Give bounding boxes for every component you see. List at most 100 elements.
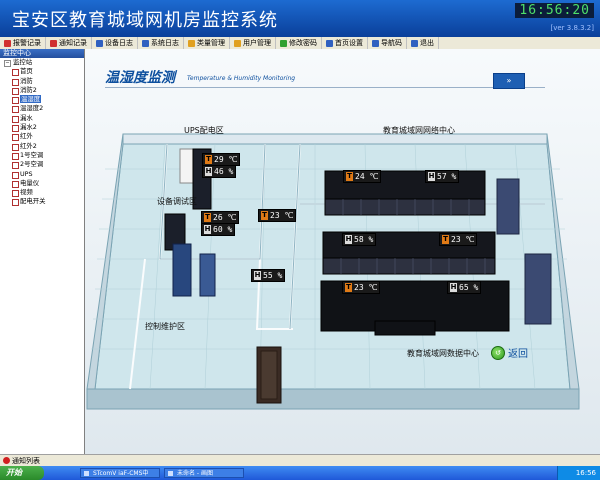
back-button[interactable]: ↺ 返回 [491,345,528,360]
menu-item-quantity-manage[interactable]: 类量管理 [184,37,230,49]
menu-item-password[interactable]: 修改密码 [276,37,322,49]
sensor-datacenter-temperature[interactable]: T 23 ℃ [342,281,381,294]
system-tray: 16:56 [557,466,600,480]
menu-item-label: 通知记录 [59,39,87,47]
exit-icon [411,39,418,47]
sidebar-item-label: 2号空调 [20,160,44,169]
sensor-middle-temperature[interactable]: T 23 ℃ [439,233,478,246]
page-title: 温湿度监测 [105,70,175,86]
sensor-datacenter-humidity[interactable]: H 65 % [447,281,482,294]
sensor-value: 23 ℃ [270,211,294,220]
title-divider [105,87,545,88]
sidebar-item-label: 电量仪 [20,178,40,187]
menu-item-label: 设备日志 [105,39,133,47]
sensor-value: 29 ℃ [214,155,238,164]
quantity-manage-icon [188,39,195,47]
tree-root[interactable]: − 监控站 [0,58,84,67]
home-settings-icon [326,39,333,47]
sensor-network-humidity[interactable]: H 57 % [425,170,460,183]
humidity-tag: H [450,283,457,292]
task-label: 未命名 - 画图 [177,470,213,477]
sidebar-item[interactable]: UPS [0,170,84,179]
document-icon [12,69,19,77]
sensor-test-humidity[interactable]: H 60 % [201,223,236,236]
document-icon [12,125,19,133]
sidebar-item[interactable]: 1号空调 [0,151,84,160]
humidity-tag: H [428,172,435,181]
sidebar-item-label: UPS [20,169,33,178]
sidebar-item-label: 消防 [20,76,33,85]
system-log-icon [142,39,149,47]
start-button[interactable]: 开始 [0,466,44,480]
sensor-value: 24 ℃ [355,172,379,181]
sidebar-item[interactable]: 红外2 [0,142,84,151]
document-icon [12,190,19,198]
sensor-value: 55 % [263,271,283,280]
document-icon [12,152,19,160]
menu-item-system-log[interactable]: 系统日志 [138,37,184,49]
document-icon [12,87,19,95]
area-label-control: 控制维护区 [145,322,185,331]
user-manage-icon [234,39,241,47]
sensor-value: 58 % [354,235,374,244]
sidebar-item[interactable]: 漏水2 [0,123,84,133]
menu-item-user-manage[interactable]: 用户管理 [230,37,276,49]
menu-item-label: 报警记录 [13,39,41,47]
sensor-network-temperature[interactable]: T 24 ℃ [343,170,382,183]
document-icon [12,97,19,105]
temperature-tag: T [346,172,353,181]
sidebar-item-label: 配电开关 [20,197,46,206]
alarm-record-icon [4,39,11,47]
area-label-ups: UPS配电区 [184,126,224,135]
sidebar-item[interactable]: 电量仪 [0,179,84,188]
document-icon [12,106,19,114]
sidebar-item[interactable]: 2号空调 [0,160,84,170]
sensor-ups-humidity[interactable]: H 46 % [202,165,237,178]
sidebar-item[interactable]: 温湿度2 [0,104,84,114]
menu-item-home-settings[interactable]: 首页设置 [322,37,368,49]
sidebar-item-label: 漏水2 [20,123,37,132]
collapse-icon[interactable]: − [4,60,11,67]
menu-item-exit[interactable]: 退出 [407,37,439,49]
taskbar-item-monitor[interactable]: STcomV iaF-CMS中 [80,468,160,478]
menu-item-navigation[interactable]: 导航码 [368,37,407,49]
tray-clock: 16:56 [575,469,596,477]
menu-item-label: 系统日志 [151,39,179,47]
menu-item-label: 类量管理 [197,39,225,47]
document-icon [12,199,19,207]
menu-item-label: 用户管理 [243,39,271,47]
ups-cabinet-white [179,148,195,184]
menu-item-label: 首页设置 [335,39,363,47]
humidity-tag: H [205,167,212,176]
sidebar-item[interactable]: 配电开关 [0,197,84,207]
tree-children: 首页 消防 消防2 温湿度 温湿度2 漏水 漏水2 红外 红外2 1号空调 2号空调 UPS 电量仪 视频… [0,67,84,207]
taskbar: 开始 STcomV iaF-CMS中 未命名 - 画图 16:56 [0,466,600,480]
sensor-middle-humidity[interactable]: H 58 % [342,233,377,246]
menu-item-notify-record[interactable]: 通知记录 [46,37,92,49]
sensor-value: 23 ℃ [451,235,475,244]
side-cabinet-bottom [524,253,552,325]
sensor-control-humidity[interactable]: H 55 % [251,269,286,282]
area-label-data-center: 教育城域网数据中心 [407,349,479,358]
sidebar-item[interactable]: 首页 [0,67,84,77]
sidebar-item[interactable]: 红外 [0,132,84,142]
document-icon [12,171,19,179]
rack-block [374,320,436,336]
title-bar: 宝安区教育城域网机房监控系统 16:56:20 [ver 3.8.3.2] [0,0,600,38]
taskbar-item-paint[interactable]: 未命名 - 画图 [164,468,244,478]
humidity-tag: H [204,225,211,234]
menu-item-alarm-record[interactable]: 报警记录 [0,37,46,49]
notify-record-icon [50,39,57,47]
sidebar-item[interactable]: 消防2 [0,86,84,95]
sensor-corridor-temperature[interactable]: T 23 ℃ [258,209,297,222]
humidity-tag: H [254,271,261,280]
menu-item-device-log[interactable]: 设备日志 [92,37,138,49]
document-icon [12,134,19,142]
document-icon [12,180,19,188]
sensor-value: 60 % [213,225,233,234]
sidebar-item[interactable]: 消防 [0,77,84,86]
area-label-network-center: 教育城域网网络中心 [383,126,455,135]
temperature-tag: T [204,213,211,222]
sidebar-item[interactable]: 漏水 [0,114,84,123]
next-page-button[interactable]: » [493,73,525,89]
